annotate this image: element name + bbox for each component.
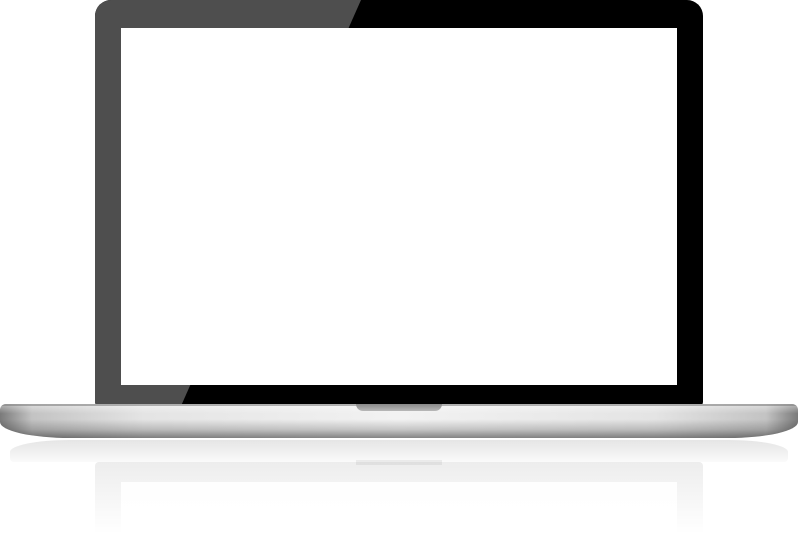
lid-opening-notch — [356, 404, 442, 411]
laptop-mockup — [0, 0, 798, 544]
laptop-screen — [121, 28, 677, 385]
reflection-base — [10, 440, 788, 462]
laptop-reflection — [0, 438, 798, 544]
reflection-screen — [121, 482, 677, 544]
laptop-lid — [95, 0, 703, 406]
